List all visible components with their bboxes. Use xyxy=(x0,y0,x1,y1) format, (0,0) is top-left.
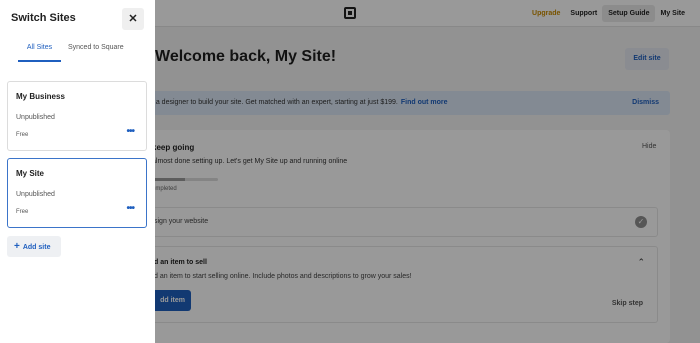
add-site-button[interactable]: + Add site xyxy=(7,236,61,257)
site-name: My Site xyxy=(16,169,45,178)
tab-synced-to-square[interactable]: Synced to Square xyxy=(68,44,124,62)
close-icon: ✕ xyxy=(128,13,138,25)
more-options-icon[interactable]: ••• xyxy=(126,203,134,214)
close-button[interactable]: ✕ xyxy=(122,8,144,30)
plus-icon: + xyxy=(14,241,20,252)
drawer-title: Switch Sites xyxy=(11,12,76,24)
site-tabs: All Sites Synced to Square xyxy=(0,44,155,62)
more-options-icon[interactable]: ••• xyxy=(126,126,134,137)
site-plan: Free xyxy=(16,132,29,138)
site-card-my-site[interactable]: My Site Unpublished Free ••• xyxy=(7,158,147,228)
site-plan: Free xyxy=(16,209,29,215)
site-card-my-business[interactable]: My Business Unpublished Free ••• xyxy=(7,81,147,151)
site-status: Unpublished xyxy=(16,114,55,121)
tab-all-sites[interactable]: All Sites xyxy=(18,44,61,62)
add-site-label: Add site xyxy=(22,244,51,251)
site-status: Unpublished xyxy=(16,191,55,198)
switch-sites-drawer: Switch Sites ✕ All Sites Synced to Squar… xyxy=(0,0,155,343)
site-name: My Business xyxy=(16,92,65,101)
